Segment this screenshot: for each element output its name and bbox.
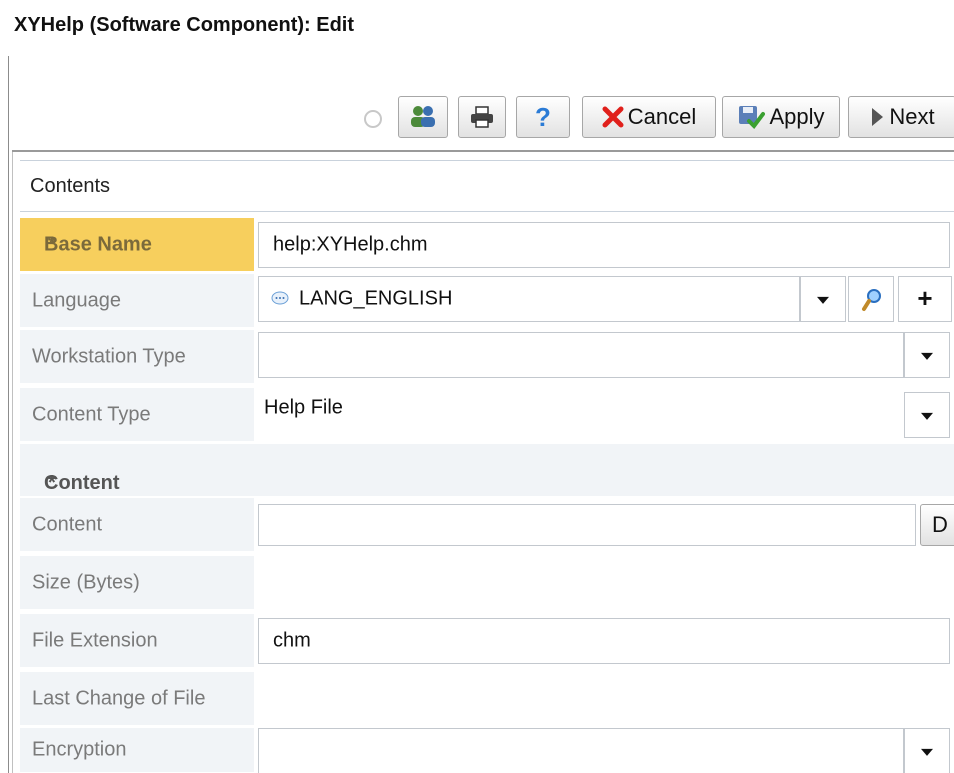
chevron-down-icon <box>921 352 933 360</box>
section-title: Contents <box>30 175 111 197</box>
row-content-type: Content Type Help File <box>20 388 954 442</box>
speech-bubble-icon <box>271 291 289 305</box>
print-button[interactable] <box>458 96 506 138</box>
size-value <box>258 560 758 606</box>
refresh-icon[interactable] <box>364 110 382 128</box>
file-extension-label: File Extension <box>20 614 254 668</box>
magnifier-icon <box>862 289 881 311</box>
required-star: * <box>48 233 56 255</box>
required-star: * <box>48 472 56 494</box>
size-label: Size (Bytes) <box>20 556 254 610</box>
next-button[interactable]: Next <box>848 96 954 138</box>
next-arrow-icon <box>872 108 884 126</box>
chevron-down-icon <box>921 412 933 420</box>
row-file-extension: File Extension chm <box>20 614 954 668</box>
encryption-label: Encryption <box>20 728 254 773</box>
workstation-type-label: Workstation Type <box>20 330 254 384</box>
group-icon <box>411 106 435 127</box>
help-button[interactable]: ? <box>516 96 570 138</box>
file-extension-input[interactable]: chm <box>258 618 950 664</box>
language-search-button[interactable] <box>848 276 894 322</box>
language-select[interactable]: LANG_ENGLISH <box>258 276 800 322</box>
content-group-header: Content * <box>20 444 954 496</box>
chevron-down-icon <box>817 296 829 304</box>
language-add-button[interactable]: + <box>898 276 952 322</box>
row-base-name: Base Name * help:XYHelp.chm <box>20 218 954 272</box>
workstation-type-select[interactable] <box>258 332 904 378</box>
next-label: Next <box>889 104 935 129</box>
plus-icon: + <box>917 282 933 313</box>
row-workstation-type: Workstation Type <box>20 330 954 384</box>
encryption-select[interactable] <box>258 728 904 773</box>
apply-button[interactable]: Apply <box>722 96 840 138</box>
help-icon: ? <box>535 101 551 132</box>
row-size: Size (Bytes) <box>20 556 954 610</box>
workstation-type-dropdown-button[interactable] <box>904 332 950 378</box>
row-content: Content D <box>20 498 954 552</box>
apply-save-icon <box>739 106 766 130</box>
window-border <box>8 56 9 773</box>
content-type-label: Content Type <box>20 388 254 442</box>
row-language: Language LANG_ENGLISH + <box>20 274 954 328</box>
cancel-x-icon <box>602 106 624 128</box>
language-dropdown-button[interactable] <box>800 276 846 322</box>
group-button[interactable] <box>398 96 448 138</box>
cancel-label: Cancel <box>627 104 697 129</box>
content-browse-button[interactable]: D <box>920 504 954 546</box>
apply-label: Apply <box>769 104 825 129</box>
last-change-label: Last Change of File <box>20 672 254 726</box>
encryption-dropdown-button[interactable] <box>904 728 950 773</box>
row-last-change: Last Change of File <box>20 672 954 726</box>
section-header: Contents <box>20 160 954 212</box>
cancel-button[interactable]: Cancel <box>582 96 716 138</box>
base-name-label: Base Name * <box>20 218 254 272</box>
chevron-down-icon <box>921 748 933 756</box>
content-input[interactable] <box>258 504 916 546</box>
content-type-select[interactable]: Help File <box>258 390 904 436</box>
last-change-value <box>258 676 758 722</box>
row-encryption: Encryption <box>20 728 954 773</box>
content-label: Content <box>20 498 254 552</box>
toolbar: ? Cancel Apply Next <box>0 0 954 150</box>
base-name-input[interactable]: help:XYHelp.chm <box>258 222 950 268</box>
content-type-dropdown-button[interactable] <box>904 392 950 438</box>
print-icon <box>471 106 493 128</box>
language-label: Language <box>20 274 254 328</box>
